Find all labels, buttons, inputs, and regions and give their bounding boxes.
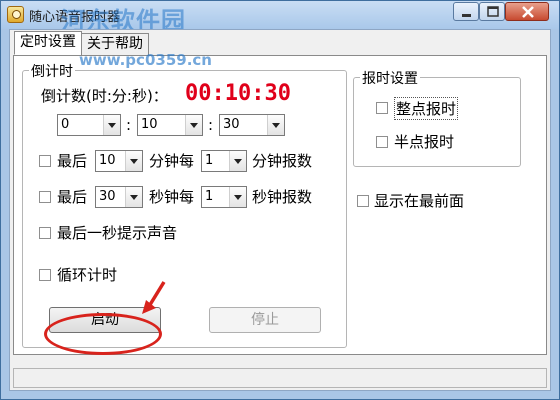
title-bar[interactable]: 随心语音报时器 河东软件园 [1,1,559,35]
annotation-arrow-icon [142,281,166,314]
countdown-group: 倒计时 倒计数(时:分:秒)： 00:10:30 0 : 10 : 30 最后 … [22,61,347,348]
client-area: 定时设置 关于帮助 倒计时 倒计数(时:分:秒)： 00:10:30 0 : 1… [9,29,551,391]
half-hour-announce-label: 半点报时 [394,133,455,151]
tab-panel: 倒计时 倒计数(时:分:秒)： 00:10:30 0 : 10 : 30 最后 … [13,55,547,355]
maximize-button[interactable] [479,2,505,21]
stop-button[interactable]: 停止 [209,307,321,333]
minutes-select[interactable]: 10 [137,114,203,136]
maximize-icon [487,6,499,17]
last-seconds-suffix: 秒钟报数 [252,188,313,206]
chevron-down-icon [229,151,246,171]
last-minutes-checkbox[interactable] [39,155,51,167]
last-seconds-select[interactable]: 30 [95,186,143,208]
chevron-down-icon [229,187,246,207]
announce-group: 报时设置 整点报时 半点报时 [353,68,521,167]
loop-timer-label: 循环计时 [57,266,118,284]
always-on-top-label: 显示在最前面 [374,192,465,210]
close-button[interactable] [505,2,549,21]
time-separator: : [208,116,214,134]
last-minutes-value: 10 [99,153,116,168]
time-separator: : [126,116,132,134]
second-interval-select[interactable]: 1 [201,186,247,208]
chevron-down-icon [185,115,202,135]
last-seconds-prefix: 最后 [57,188,88,206]
app-window: 随心语音报时器 河东软件园 www.pc0359.cn 定时设置 关于帮助 倒计… [0,0,560,400]
hours-select[interactable]: 0 [57,114,121,136]
always-on-top-checkbox[interactable] [357,195,369,207]
last-seconds-checkbox[interactable] [39,191,51,203]
countdown-prompt-label: 倒计数(时:分:秒)： [41,87,168,105]
countdown-display: 00:10:30 [185,81,291,106]
minute-interval-value: 1 [205,153,214,168]
last-minutes-middle: 分钟每 [149,152,195,170]
last-minutes-prefix: 最后 [57,152,88,170]
minute-interval-select[interactable]: 1 [201,150,247,172]
second-interval-value: 1 [205,189,214,204]
last-seconds-middle: 秒钟每 [149,188,195,206]
hourly-announce-checkbox[interactable] [376,102,388,114]
chevron-down-icon [103,115,120,135]
countdown-group-label: 倒计时 [29,61,75,81]
annotation-ellipse [44,313,162,355]
half-hour-announce-checkbox[interactable] [376,136,388,148]
loop-timer-checkbox[interactable] [39,269,51,281]
seconds-value: 30 [223,117,240,132]
watermark-url: www.pc0359.cn [79,51,212,69]
status-bar [13,368,547,388]
minimize-button[interactable] [453,2,479,21]
tab-schedule-settings[interactable]: 定时设置 [14,31,82,55]
app-clock-icon [7,6,24,23]
last-minutes-select[interactable]: 10 [95,150,143,172]
hourly-announce-label: 整点报时 [394,97,459,120]
seconds-select[interactable]: 30 [219,114,285,136]
close-icon [522,6,534,18]
chevron-down-icon [125,151,142,171]
minimize-icon [462,14,471,17]
chevron-down-icon [267,115,284,135]
last-minutes-suffix: 分钟报数 [252,152,313,170]
last-seconds-value: 30 [99,189,116,204]
announce-group-label: 报时设置 [360,68,420,88]
hours-value: 0 [61,117,70,132]
chevron-down-icon [125,187,142,207]
last-second-sound-checkbox[interactable] [39,227,51,239]
last-second-sound-label: 最后一秒提示声音 [57,224,178,242]
minutes-value: 10 [141,117,158,132]
